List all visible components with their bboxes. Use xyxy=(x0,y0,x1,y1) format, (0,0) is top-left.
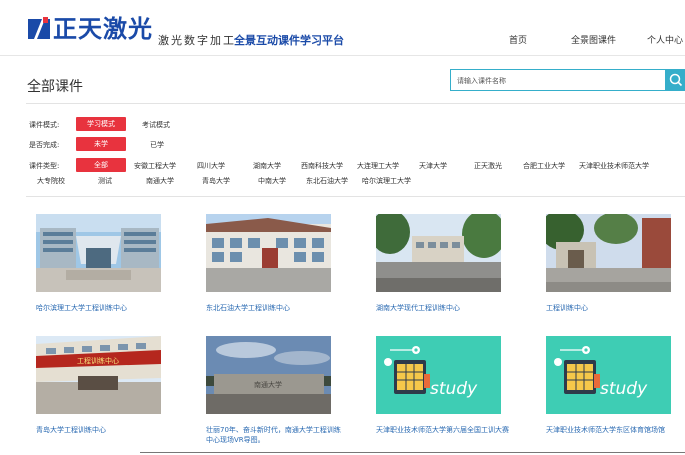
course-title-line: 中心现场VR导图。 xyxy=(206,436,265,444)
type-option[interactable]: 哈尔滨理工大学 xyxy=(362,176,411,186)
mode-option-study[interactable]: 学习模式 xyxy=(76,117,126,131)
header-platform-name: 全景互动课件学习平台 xyxy=(234,34,344,47)
course-title[interactable]: 湖南大学现代工程训练中心 xyxy=(376,303,546,313)
type-option[interactable]: 东北石油大学 xyxy=(306,176,348,186)
course-title[interactable]: 天津职业技术师范大学第六届全国工训大赛 xyxy=(376,425,546,435)
course-thumbnail: 南通大学 xyxy=(206,336,331,414)
type-option-all[interactable]: 全部 xyxy=(76,158,126,172)
logo-text: 正天激光 xyxy=(53,14,153,43)
course-title[interactable]: 壮丽70年、奋斗新时代，南通大学工程训练 中心现场VR导图。 xyxy=(206,425,376,445)
top-header: 正天激光 激光数字加工 全景互动课件学习平台 首页 全景图课件 个人中心 xyxy=(0,0,685,56)
course-card[interactable]: study 天津职业技术师范大学第六届全国工训大赛 xyxy=(376,336,509,434)
course-title[interactable]: 天津职业技术师范大学东区体育馆场馆 xyxy=(546,425,685,435)
search-input[interactable]: 请输入课件名称 xyxy=(450,69,666,91)
done-option-learned[interactable]: 已学 xyxy=(150,140,164,150)
mode-filter-label: 课件模式: xyxy=(29,121,60,129)
type-option[interactable]: 正天激光 xyxy=(474,161,502,171)
type-option[interactable]: 四川大学 xyxy=(197,161,225,171)
type-option[interactable]: 合肥工业大学 xyxy=(523,161,565,171)
nav-panorama-courses[interactable]: 全景图课件 xyxy=(571,33,616,46)
type-option[interactable]: 大连理工大学 xyxy=(357,161,399,171)
course-thumbnail xyxy=(540,210,671,292)
type-option[interactable]: 天津大学 xyxy=(419,161,447,171)
course-thumbnail xyxy=(370,210,506,292)
course-title[interactable]: 工程训练中心 xyxy=(546,303,685,313)
page-title: 全部课件 xyxy=(27,79,83,95)
nav-personal-center[interactable]: 个人中心 xyxy=(647,33,683,46)
bottom-divider xyxy=(140,452,685,453)
logo[interactable]: 正天激光 xyxy=(28,16,153,42)
type-option[interactable]: 青岛大学 xyxy=(202,176,230,186)
course-card[interactable]: study 天津职业技术师范大学东区体育馆场馆 xyxy=(546,336,671,434)
type-filter-label: 课件类型: xyxy=(29,162,60,170)
done-option-unlearned[interactable]: 未学 xyxy=(76,137,126,151)
logo-mark-icon xyxy=(28,17,50,39)
type-option[interactable]: 南通大学 xyxy=(146,176,174,186)
title-divider xyxy=(26,103,685,104)
course-title[interactable]: 东北石油大学工程训练中心 xyxy=(206,303,376,313)
course-thumbnail: study xyxy=(546,336,671,414)
study-text: study xyxy=(430,379,478,399)
course-card[interactable]: 南通大学 壮丽70年、奋斗新时代，南通大学工程训练 中心现场VR导图。 xyxy=(206,336,341,444)
building-sign: 工程训练中心 xyxy=(77,356,119,365)
type-option[interactable]: 西南科技大学 xyxy=(301,161,343,171)
course-card[interactable]: 哈尔滨理工大学工程训练中心 xyxy=(36,214,161,312)
stone-inscription: 南通大学 xyxy=(254,380,282,389)
course-thumbnail xyxy=(206,214,331,292)
study-text: study xyxy=(600,379,648,399)
done-filter-label: 是否完成: xyxy=(29,141,60,149)
course-card[interactable]: 工程训练中心 xyxy=(540,210,671,312)
header-slogan: 激光数字加工 xyxy=(158,34,236,47)
course-card[interactable]: 工程训练中心 青岛大学工程训练中心 xyxy=(36,336,161,434)
search-button[interactable] xyxy=(666,69,685,91)
search-icon xyxy=(669,73,683,87)
course-card[interactable]: 东北石油大学工程训练中心 xyxy=(206,214,331,312)
type-option[interactable]: 湖南大学 xyxy=(253,161,281,171)
course-thumbnail: study xyxy=(376,336,501,414)
course-title-line: 壮丽70年、奋斗新时代，南通大学工程训练 xyxy=(206,426,341,434)
course-thumbnail: 工程训练中心 xyxy=(36,336,161,414)
filter-divider xyxy=(26,196,685,197)
mode-option-exam[interactable]: 考试模式 xyxy=(142,120,170,130)
course-title[interactable]: 哈尔滨理工大学工程训练中心 xyxy=(36,303,206,313)
type-option[interactable]: 大专院校 xyxy=(37,176,65,186)
type-option[interactable]: 安徽工程大学 xyxy=(134,161,176,171)
course-thumbnail xyxy=(36,214,161,292)
type-option[interactable]: 测试 xyxy=(98,176,112,186)
type-option[interactable]: 中南大学 xyxy=(258,176,286,186)
nav-home[interactable]: 首页 xyxy=(509,33,527,46)
type-option[interactable]: 天津职业技术师范大学 xyxy=(579,161,649,171)
course-title[interactable]: 青岛大学工程训练中心 xyxy=(36,425,206,435)
course-card[interactable]: 湖南大学现代工程训练中心 xyxy=(370,210,506,312)
page: 正天激光 激光数字加工 全景互动课件学习平台 首页 全景图课件 个人中心 全部课… xyxy=(0,0,685,455)
